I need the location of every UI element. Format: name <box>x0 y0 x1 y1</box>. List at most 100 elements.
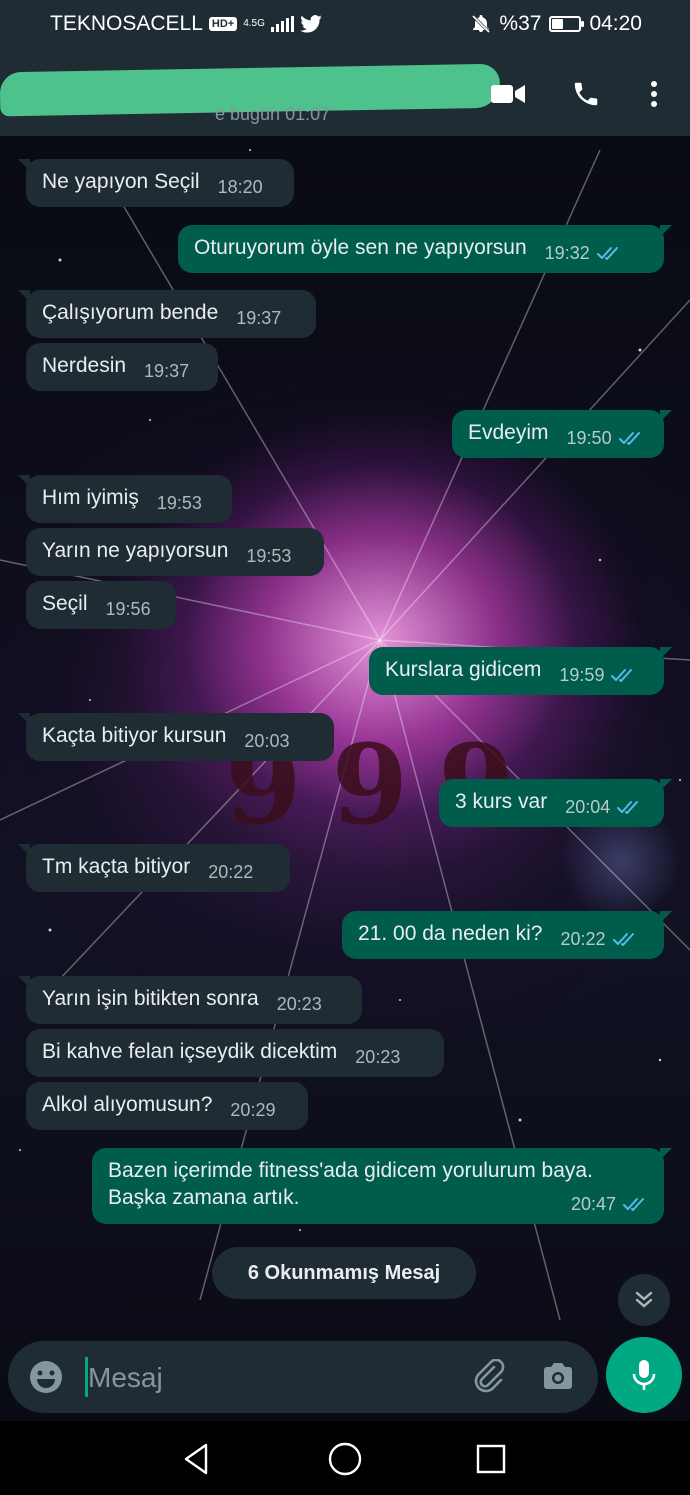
message-meta: 19:53 <box>246 537 291 570</box>
back-icon[interactable] <box>178 1439 218 1479</box>
chat-header[interactable]: e bugün 01:07 <box>0 48 690 136</box>
message-text: Yarın işin bitikten sonra <box>42 987 259 1010</box>
message-meta: 20:29 <box>230 1091 275 1124</box>
message-text: Oturuyorum öyle sen ne yapıyorsun <box>194 236 527 259</box>
message-text: Yarın ne yapıyorsun <box>42 539 229 562</box>
message-meta: 19:32 <box>545 234 624 267</box>
message-bubble-in[interactable]: Nerdesin 19:37 <box>26 343 218 391</box>
carrier-group: TEKNOSACELL HD+ 4.5G <box>50 12 322 36</box>
message-text: Bazen içerimde fitness'ada gidicem yorul… <box>108 1159 593 1209</box>
message-bubble-out[interactable]: Bazen içerimde fitness'ada gidicem yorul… <box>92 1148 672 1224</box>
message-bubble-out[interactable]: 21. 00 da neden ki? 20:22 <box>342 911 672 959</box>
message-bubble-in[interactable]: Ne yapıyon Seçil 18:20 <box>18 159 294 207</box>
status-bar: TEKNOSACELL HD+ 4.5G %37 04:20 <box>0 0 690 48</box>
message-bubble-in[interactable]: Çalışıyorum bende 19:37 <box>18 290 316 338</box>
voice-record-button[interactable] <box>606 1337 682 1413</box>
camera-icon[interactable] <box>540 1359 576 1400</box>
message-text: Ne yapıyon Seçil <box>42 170 200 193</box>
message-time: 20:47 <box>570 1194 616 1214</box>
read-ticks-icon <box>596 247 618 260</box>
hd-badge: HD+ <box>208 17 238 31</box>
message-bubble-in[interactable]: Tm kaçta bitiyor 20:22 <box>18 844 290 892</box>
system-nav-bar <box>0 1421 690 1495</box>
mic-icon <box>632 1360 656 1390</box>
message-meta: 19:56 <box>106 590 151 623</box>
message-bubble-out[interactable]: 3 kurs var 20:04 <box>439 779 672 827</box>
message-meta: 20:22 <box>561 920 640 953</box>
message-meta: 20:23 <box>277 985 322 1018</box>
message-composer <box>8 1341 598 1413</box>
recents-icon[interactable] <box>471 1439 511 1479</box>
message-text: Hım iyimiş <box>42 486 139 509</box>
message-time: 19:37 <box>144 361 190 381</box>
message-time: 19:37 <box>236 308 282 328</box>
message-meta: 20:22 <box>208 853 253 886</box>
message-meta: 20:23 <box>355 1038 400 1071</box>
message-time: 19:59 <box>559 665 605 685</box>
read-ticks-icon <box>612 933 634 946</box>
message-time: 20:23 <box>355 1047 401 1067</box>
message-bubble-in[interactable]: Hım iyimiş 19:53 <box>18 475 232 523</box>
message-bubble-in[interactable]: Yarın ne yapıyorsun 19:53 <box>26 528 324 576</box>
clock: 04:20 <box>589 12 642 35</box>
message-input[interactable] <box>88 1359 448 1397</box>
read-ticks-icon <box>617 801 639 814</box>
signal-icon <box>270 16 294 32</box>
message-bubble-out[interactable]: Evdeyim 19:50 <box>452 410 672 458</box>
video-call-icon[interactable] <box>488 74 528 114</box>
message-meta: 20:03 <box>244 722 289 755</box>
message-time: 20:22 <box>560 929 606 949</box>
message-meta: 20:47 <box>571 1185 650 1218</box>
message-time: 20:04 <box>565 797 611 817</box>
message-time: 20:29 <box>230 1100 276 1120</box>
mute-bell-icon <box>472 14 491 34</box>
emoji-icon[interactable] <box>28 1359 64 1400</box>
message-meta: 19:59 <box>559 656 638 689</box>
message-text: Tm kaçta bitiyor <box>42 855 191 878</box>
carrier-name: TEKNOSACELL <box>50 12 203 35</box>
message-bubble-in[interactable]: Alkol alıyomusun? 20:29 <box>26 1082 308 1130</box>
message-text: Alkol alıyomusun? <box>42 1093 213 1116</box>
message-bubble-in[interactable]: Kaçta bitiyor kursun 20:03 <box>18 713 334 761</box>
message-meta: 19:37 <box>236 299 281 332</box>
message-time: 19:32 <box>544 243 590 263</box>
message-time: 18:20 <box>217 177 263 197</box>
twitter-icon <box>300 15 322 33</box>
unread-messages-banner[interactable]: 6 Okunmamış Mesaj <box>212 1247 476 1299</box>
attach-icon[interactable] <box>470 1358 506 1400</box>
message-meta: 19:53 <box>157 484 202 517</box>
message-bubble-in[interactable]: Bi kahve felan içseydik dicektim 20:23 <box>26 1029 444 1077</box>
scroll-down-button[interactable] <box>618 1274 670 1326</box>
message-meta: 18:20 <box>218 168 263 201</box>
read-ticks-icon <box>618 432 640 445</box>
message-bubble-in[interactable]: Seçil 19:56 <box>26 581 176 629</box>
more-options-icon[interactable] <box>634 74 674 114</box>
message-text: Kaçta bitiyor kursun <box>42 724 227 747</box>
message-text: Bi kahve felan içseydik dicektim <box>42 1040 338 1063</box>
message-time: 19:53 <box>246 546 292 566</box>
message-time: 19:50 <box>566 428 612 448</box>
message-text: 21. 00 da neden ki? <box>358 922 543 945</box>
read-ticks-icon <box>623 1198 644 1211</box>
message-text: Kurslara gidicem <box>385 658 542 681</box>
message-bubble-out[interactable]: Oturuyorum öyle sen ne yapıyorsun 19:32 <box>178 225 672 273</box>
message-bubble-out[interactable]: Kurslara gidicem 19:59 <box>369 647 672 695</box>
chevron-double-down-icon <box>635 1291 653 1308</box>
message-time: 20:22 <box>208 862 254 882</box>
battery-icon <box>549 16 585 32</box>
phone-icon[interactable] <box>566 74 606 114</box>
read-ticks-icon <box>611 669 633 682</box>
message-meta: 19:50 <box>567 419 646 452</box>
message-meta: 20:04 <box>565 788 644 821</box>
message-time: 19:56 <box>105 599 151 619</box>
status-right: %37 04:20 <box>471 12 642 36</box>
message-text: Evdeyim <box>468 421 549 444</box>
message-text: Çalışıyorum bende <box>42 301 219 324</box>
home-icon[interactable] <box>325 1439 365 1479</box>
network-type: 4.5G <box>243 18 265 29</box>
message-text: Nerdesin <box>42 354 127 377</box>
last-seen: e bugün 01:07 <box>215 104 331 124</box>
message-time: 20:23 <box>276 994 322 1014</box>
message-meta: 19:37 <box>144 352 189 385</box>
message-bubble-in[interactable]: Yarın işin bitikten sonra 20:23 <box>18 976 362 1024</box>
